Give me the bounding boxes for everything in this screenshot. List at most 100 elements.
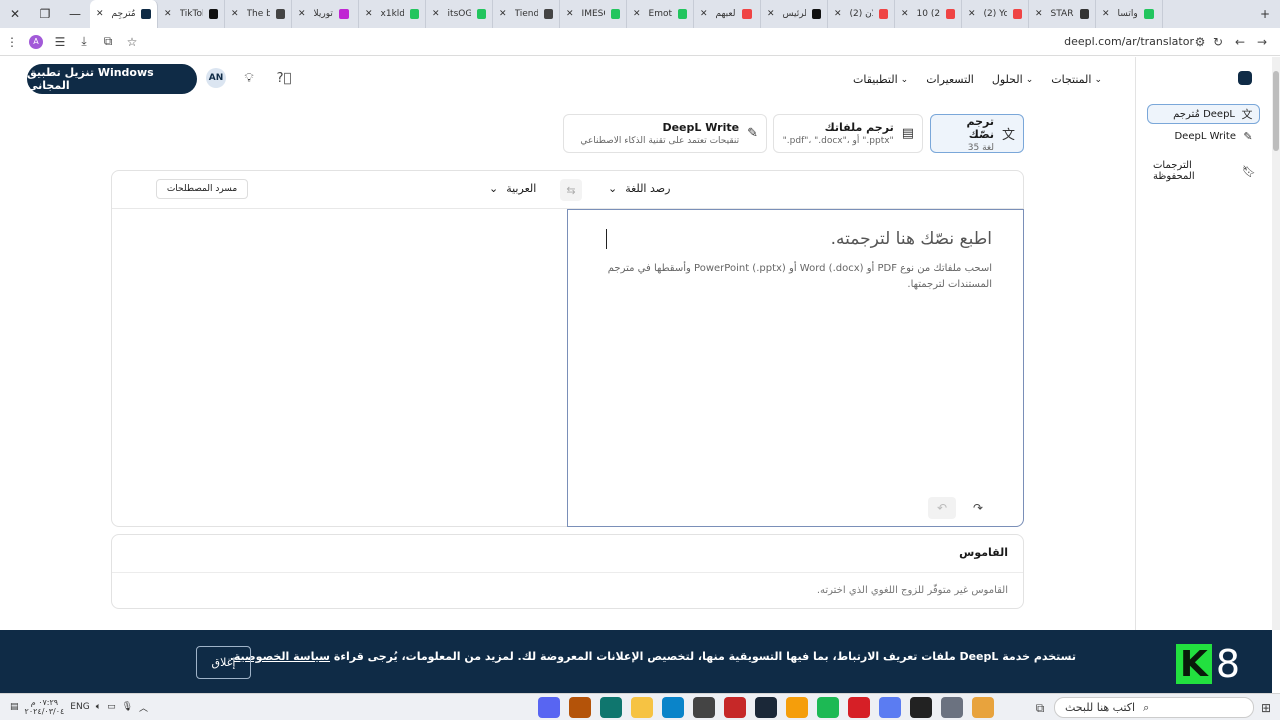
browser-tab[interactable]: ✕ واتسا <box>1096 0 1163 28</box>
extensions-icon[interactable]: ⧉ <box>96 30 120 54</box>
tab-close-icon[interactable]: ✕ <box>700 9 708 19</box>
settings-app-icon[interactable] <box>693 697 715 718</box>
back-arrow-icon[interactable]: ← <box>1228 30 1252 54</box>
terminal-app-icon[interactable] <box>600 697 622 718</box>
profile-avatar[interactable]: A <box>24 30 48 54</box>
browser-tab[interactable]: ✕ (2) Yo <box>962 0 1029 28</box>
tab-close-icon[interactable]: ✕ <box>96 9 104 19</box>
browser-tab[interactable]: ✕TikTok <box>158 0 225 28</box>
browser-tab[interactable]: ✕الرئيس <box>761 0 828 28</box>
nav-solutions[interactable]: الحلول ⌄ <box>992 73 1033 86</box>
tab-close-icon[interactable]: ✕ <box>834 9 842 19</box>
tab-close-icon[interactable]: ✕ <box>1035 9 1043 19</box>
cookie-text: تستخدم خدمة DeepL ملفات تعريف الارتباط، … <box>229 650 1076 663</box>
mode-translate-text[interactable]: ترجم نصّك 35 لغة 文 <box>930 114 1024 153</box>
browser-tab[interactable]: ✕ Tiend <box>493 0 560 28</box>
tab-close-icon[interactable]: ✕ <box>968 9 976 19</box>
taskbar-apps <box>538 697 994 718</box>
tab-close-icon[interactable]: ✕ <box>365 9 373 19</box>
new-tab-icon[interactable]: + <box>1250 0 1280 28</box>
browser-tab[interactable]: ✕IMESC <box>560 0 627 28</box>
scrollbar-thumb[interactable] <box>1273 71 1279 151</box>
tab-close-icon[interactable]: ✕ <box>499 9 507 19</box>
browser-tab[interactable]: ✕(2) لأن <box>828 0 895 28</box>
restore-window-icon[interactable]: ❐ <box>30 0 60 28</box>
sidebar-item-saved[interactable]: الترجمات المحفوظة 🔖︎ <box>1147 160 1260 182</box>
start-menu-icon[interactable]: ⊞ <box>1254 696 1278 720</box>
target-language-select[interactable]: ⌄ العربية <box>489 182 536 195</box>
menu-dots-icon[interactable]: ⋮ <box>0 30 24 54</box>
tray-chevron-up-icon[interactable]: ︿ <box>139 701 148 714</box>
undo-icon[interactable]: ↶ <box>928 497 956 519</box>
tab-close-icon[interactable]: ✕ <box>633 9 641 19</box>
tab-close-icon[interactable]: ✕ <box>566 9 574 19</box>
explorer-app-icon[interactable] <box>631 697 653 718</box>
spotify-app-icon[interactable] <box>817 697 839 718</box>
steam-app-icon[interactable] <box>755 697 777 718</box>
user-avatar[interactable]: AN <box>206 68 226 88</box>
volume-icon[interactable]: 🔈︎ <box>96 702 101 712</box>
opera-app-icon[interactable] <box>848 697 870 718</box>
glossary-button[interactable]: مسرد المصطلحات <box>156 179 248 199</box>
notifications-icon[interactable]: ▤ <box>10 702 19 712</box>
telegram-app-icon[interactable] <box>879 697 901 718</box>
tab-close-icon[interactable]: ✕ <box>432 9 440 19</box>
microphone-icon[interactable]: 🎙︎ <box>122 702 133 712</box>
chrome-app-icon[interactable] <box>972 697 994 718</box>
redo-icon[interactable]: ↷ <box>964 497 992 519</box>
task-view-icon[interactable]: ⧉ <box>1028 696 1052 720</box>
task-view-icon[interactable] <box>941 697 963 718</box>
download-windows-app-button[interactable]: تنزيل تطبيق Windows المجاني <box>27 64 197 94</box>
dictionary-message: القاموس غير متوفّر للزوج اللغوي الذي اخت… <box>816 585 1008 596</box>
close-cookie-button[interactable]: إغلاق <box>196 646 251 679</box>
epic-app-icon[interactable] <box>910 697 932 718</box>
tune-icon[interactable]: ☰ <box>48 30 72 54</box>
reload-icon[interactable]: ↻ <box>1206 30 1230 54</box>
source-text-input[interactable]: اطبع نصّك هنا لترجمته. اسحب ملفاتك من نو… <box>567 209 1024 527</box>
browser-tab[interactable]: ✕ Emoti <box>627 0 694 28</box>
mode-deepl-write[interactable]: DeepL Write تنقيحات تعتمد على تقنية الذكا… <box>563 114 767 153</box>
tab-close-icon[interactable]: ✕ <box>901 9 909 19</box>
close-window-icon[interactable]: ✕ <box>0 0 30 28</box>
tab-close-icon[interactable]: ✕ <box>298 9 306 19</box>
browser-tab[interactable]: ✕ itsOG <box>426 0 493 28</box>
nav-pricing[interactable]: التسعيرات <box>926 73 974 86</box>
source-language-select[interactable]: ⌄ رصد اللغة <box>608 182 670 195</box>
taskbar-search-input[interactable]: ⌕ اكتب هنا للبحث <box>1054 697 1254 718</box>
sidebar-item-translator[interactable]: مُترجم DeepL 文 <box>1147 104 1260 124</box>
forward-arrow-icon[interactable]: → <box>1250 30 1274 54</box>
video-app-icon[interactable] <box>724 697 746 718</box>
nav-products[interactable]: المنتجات ⌄ <box>1051 73 1102 86</box>
discord-app-icon[interactable] <box>538 697 560 718</box>
network-icon[interactable]: ▭ <box>107 702 116 712</box>
bookmark-star-icon[interactable]: ☆ <box>120 30 144 54</box>
tab-close-icon[interactable]: ✕ <box>164 9 172 19</box>
browser-tab[interactable]: ✕ x1kld <box>359 0 426 28</box>
browser-tab[interactable]: ✕STARL <box>1029 0 1096 28</box>
mode-translate-files[interactable]: ترجم ملفاتك ".pdf"، ".docx"، أو ".pptx" ▤ <box>773 114 923 153</box>
clock[interactable]: ٠٧:٢٩ م ٢٠٢٤/٠٣/٠٤ <box>25 698 65 716</box>
tab-close-icon[interactable]: ✕ <box>1102 9 1110 19</box>
tab-close-icon[interactable]: ✕ <box>767 9 775 19</box>
browser-tab[interactable]: ✕10 (2) <box>895 0 962 28</box>
download-icon[interactable]: ⤓ <box>72 30 96 54</box>
input-language[interactable]: ENG <box>70 702 89 712</box>
browser-tab[interactable]: ✕ مُترجِم <box>90 0 158 28</box>
swap-languages-icon[interactable]: ⇆ <box>560 179 582 201</box>
browser-tab[interactable]: ✕ The b <box>225 0 292 28</box>
edge-app-icon[interactable] <box>662 697 684 718</box>
tab-close-icon[interactable]: ✕ <box>231 9 239 19</box>
lightbulb-icon[interactable]: 💡︎ <box>240 69 258 87</box>
deepl-logo-icon[interactable] <box>1238 71 1252 85</box>
sidebar-item-write[interactable]: DeepL Write ✎ <box>1147 126 1260 146</box>
mail-app-icon[interactable] <box>569 697 591 718</box>
magic-pen-icon: ✎ <box>1243 129 1253 143</box>
browser-tab[interactable]: ✕ توريلا <box>292 0 359 28</box>
minimize-window-icon[interactable]: — <box>60 0 90 28</box>
page-scrollbar[interactable] <box>1272 57 1280 630</box>
files-app-icon[interactable] <box>786 697 808 718</box>
address-bar[interactable]: deepl.com/ar/translator <box>1064 35 1194 48</box>
help-icon[interactable]: ?⃝ <box>275 69 293 87</box>
nav-apps[interactable]: التطبيقات ⌄ <box>853 73 908 86</box>
browser-tab[interactable]: ✕ لعبهم <box>694 0 761 28</box>
